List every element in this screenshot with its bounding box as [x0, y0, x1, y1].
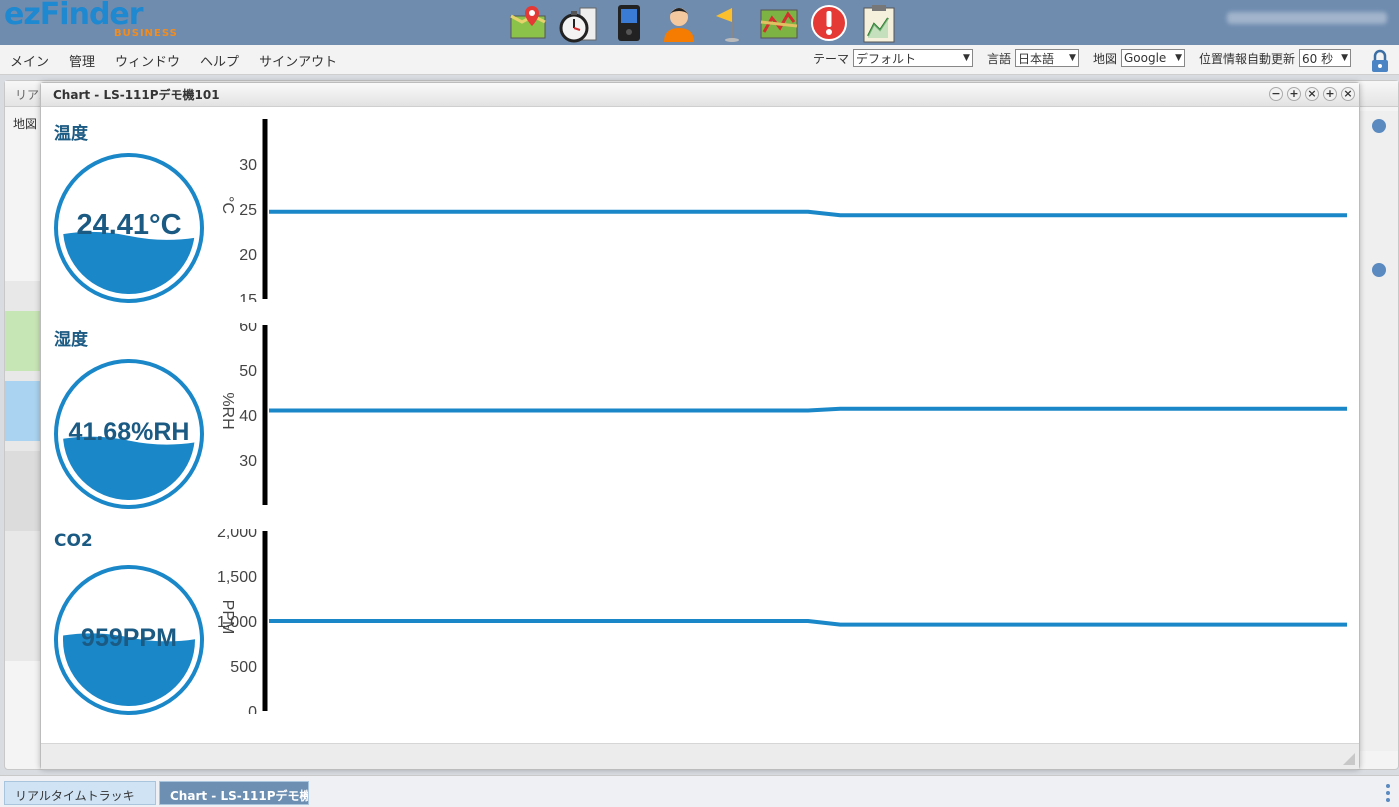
gauge-value: 959PPM: [81, 624, 177, 652]
y-tick-label: 2,000: [217, 529, 257, 541]
chart-window-title: Chart - LS-111Pデモ機101: [53, 88, 220, 102]
device-icon[interactable]: [608, 2, 650, 44]
resize-grip-icon[interactable]: [1343, 753, 1355, 765]
theme-select-value: デフォルト: [855, 51, 916, 66]
user-info-blurred: [1227, 12, 1387, 24]
menu-item-window[interactable]: ウィンドウ: [105, 51, 190, 70]
menu-item-admin[interactable]: 管理: [59, 51, 105, 70]
chevron-down-icon: ▼: [1175, 53, 1182, 63]
background-right-edge: [1358, 111, 1398, 751]
report-chart-icon[interactable]: [858, 2, 900, 44]
logo-subtext: BUSINESS: [114, 28, 178, 39]
series-line: [269, 406, 1347, 413]
app-header: ezFinder BUSINESS: [0, 0, 1399, 45]
minimize-button[interactable]: −: [1269, 87, 1283, 101]
humidity-gauge: 41.68%RH: [53, 358, 205, 510]
language-select[interactable]: 日本語 ▼: [1014, 49, 1079, 67]
language-label: 言語: [986, 51, 1011, 66]
chart-window-titlebar[interactable]: Chart - LS-111Pデモ機101 − + × + ×: [41, 83, 1359, 107]
chevron-down-icon: ▼: [963, 53, 970, 63]
theme-label: テーマ: [812, 51, 849, 66]
menu-item-main[interactable]: メイン: [0, 51, 59, 70]
y-tick-label: 15: [239, 292, 257, 302]
y-tick-label: 60: [239, 323, 257, 335]
series-line: [269, 209, 1347, 218]
humidity-panel: 湿度 41.68%RH 30 40 50 60 %RH: [41, 315, 1361, 515]
y-tick-label: 30: [239, 157, 257, 174]
chart-window-footer: [41, 743, 1359, 769]
y-tick-label: 20: [239, 247, 257, 264]
gauge-value: 41.68%RH: [68, 418, 190, 446]
co2-panel: CO2 959PPM 0 500 1,000 1,500 2,000 PPM: [41, 521, 1361, 721]
y-axis-label: °C: [219, 196, 236, 214]
gauge-value: 24.41°C: [76, 209, 182, 241]
flag-icon[interactable]: [708, 2, 750, 44]
temperature-panel: 温度 24.41°C 15 20 25 30 °C: [41, 109, 1361, 309]
temperature-gauge: 24.41°C: [53, 152, 205, 304]
more-options-icon[interactable]: [1386, 784, 1391, 805]
alert-icon[interactable]: [808, 2, 850, 44]
temperature-chart: 15 20 25 30 °C: [219, 119, 1348, 302]
panel-title: 温度: [54, 124, 88, 144]
y-tick-label: 50: [239, 363, 257, 380]
auto-refresh-label: 位置情報自動更新: [1198, 51, 1295, 66]
preferences: テーマ デフォルト ▼ 言語 日本語 ▼ 地図 Google ▼ 位置情報自動更新 6…: [803, 49, 1351, 67]
panel-title: 湿度: [54, 330, 88, 350]
co2-chart: 05001,0001,5002,000PPM: [217, 529, 1348, 714]
chart-window: Chart - LS-111Pデモ機101 − + × + × 温度 24.41…: [40, 82, 1360, 770]
y-axis-label: %RH: [219, 392, 236, 429]
task-chart-window[interactable]: Chart - LS-111Pデモ機1...: [159, 781, 309, 805]
theme-select[interactable]: デフォルト ▼: [852, 49, 973, 67]
y-tick-label: 25: [239, 202, 257, 219]
menu-item-help[interactable]: ヘルプ: [190, 51, 249, 70]
maximize-button[interactable]: +: [1287, 87, 1301, 101]
y-tick-label: 40: [239, 408, 257, 425]
toolbar-icons: [508, 2, 900, 44]
y-tick-label: 30: [239, 453, 257, 470]
task-realtime-tracking[interactable]: リアルタイムトラッキン: [4, 781, 156, 807]
route-map-icon[interactable]: [758, 2, 800, 44]
background-tab-map[interactable]: 地図: [13, 115, 37, 132]
close-all-button[interactable]: ×: [1341, 87, 1355, 101]
user-icon[interactable]: [658, 2, 700, 44]
series-line: [269, 619, 1347, 627]
y-tick-label: 1,500: [217, 569, 257, 586]
close-button[interactable]: ×: [1305, 87, 1319, 101]
map-select[interactable]: Google ▼: [1120, 49, 1185, 67]
main-menu: メイン 管理 ウィンドウ ヘルプ サインアウト: [0, 45, 347, 75]
y-tick-label: 500: [230, 659, 257, 676]
language-select-value: 日本語: [1017, 51, 1054, 66]
taskbar: リアルタイムトラッキン Chart - LS-111Pデモ機1...: [0, 775, 1399, 807]
chevron-down-icon[interactable]: [1372, 119, 1386, 133]
chevron-down-icon: ▼: [1069, 53, 1076, 63]
map-label: 地図: [1092, 51, 1117, 66]
y-tick-label: 0: [248, 704, 257, 714]
expand-button[interactable]: +: [1323, 87, 1337, 101]
co2-gauge: 959PPM: [53, 564, 205, 716]
panel-title: CO2: [54, 531, 93, 551]
humidity-chart: 30 40 50 60 %RH: [219, 323, 1348, 505]
auto-refresh-select-value: 60 秒: [1302, 51, 1334, 66]
map-select-value: Google: [1123, 51, 1167, 65]
chevron-down-icon[interactable]: [1372, 263, 1386, 277]
stopwatch-icon[interactable]: [558, 2, 600, 44]
menu-bar: メイン 管理 ウィンドウ ヘルプ サインアウト テーマ デフォルト ▼ 言語 日本…: [0, 45, 1399, 75]
background-map: [5, 281, 45, 661]
y-axis-label: PPM: [219, 600, 236, 635]
chevron-down-icon: ▼: [1341, 53, 1348, 63]
map-pin-icon[interactable]: [508, 2, 550, 44]
menu-item-signout[interactable]: サインアウト: [249, 51, 347, 70]
lock-icon[interactable]: [1369, 49, 1391, 73]
auto-refresh-select[interactable]: 60 秒 ▼: [1299, 49, 1351, 67]
window-controls: − + × + ×: [1269, 87, 1355, 101]
